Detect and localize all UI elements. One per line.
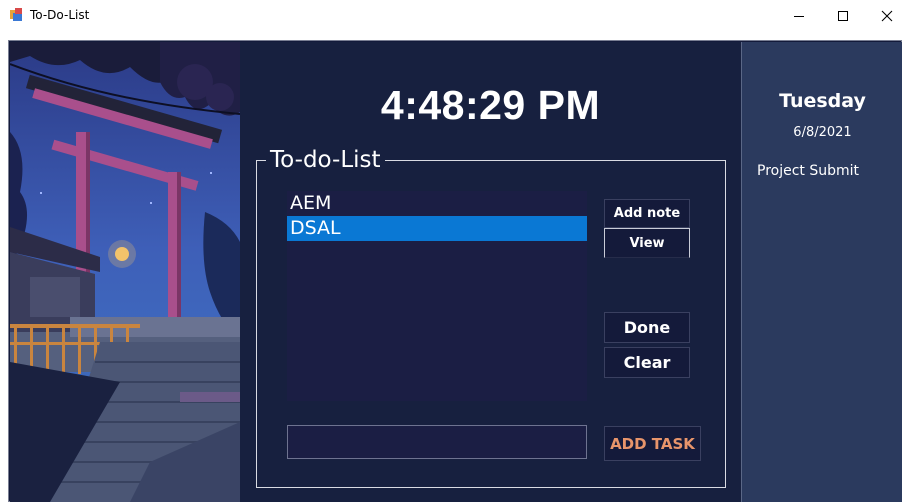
todo-group-title: To-do-List bbox=[266, 147, 385, 173]
minimize-button[interactable] bbox=[776, 0, 822, 32]
add-note-button[interactable]: Add note bbox=[604, 199, 690, 228]
app-icon bbox=[10, 8, 22, 21]
task-input[interactable] bbox=[287, 425, 587, 459]
clear-button[interactable]: Clear bbox=[604, 347, 690, 378]
minimize-icon bbox=[794, 16, 804, 17]
note-label: Project Submit bbox=[757, 163, 860, 179]
window-title: To-Do-List bbox=[30, 8, 90, 22]
task-list[interactable]: AEM DSAL bbox=[287, 191, 587, 401]
list-item-aem[interactable]: AEM bbox=[287, 191, 587, 216]
list-item-dsal[interactable]: DSAL bbox=[287, 216, 587, 241]
day-label: Tuesday bbox=[779, 90, 866, 112]
app-window: 4:48:29 PM To-do-List AEM DSAL Add note … bbox=[8, 40, 902, 502]
done-button[interactable]: Done bbox=[604, 312, 690, 343]
date-label: 6/8/2021 bbox=[793, 125, 852, 140]
maximize-icon bbox=[838, 11, 848, 21]
maximize-button[interactable] bbox=[820, 0, 866, 32]
add-task-button[interactable]: ADD TASK bbox=[604, 426, 701, 461]
date-panel: Tuesday 6/8/2021 Project Submit bbox=[741, 42, 902, 502]
clock-display: 4:48:29 PM bbox=[380, 82, 601, 128]
close-icon bbox=[881, 10, 893, 22]
title-bar[interactable]: To-Do-List bbox=[0, 0, 910, 32]
torii-gate-artwork bbox=[10, 42, 240, 502]
view-button[interactable]: View bbox=[604, 228, 690, 258]
close-button[interactable] bbox=[864, 0, 910, 32]
main-panel: 4:48:29 PM To-do-List AEM DSAL Add note … bbox=[240, 42, 741, 502]
todo-group: To-do-List AEM DSAL Add note View Done C… bbox=[256, 147, 726, 488]
